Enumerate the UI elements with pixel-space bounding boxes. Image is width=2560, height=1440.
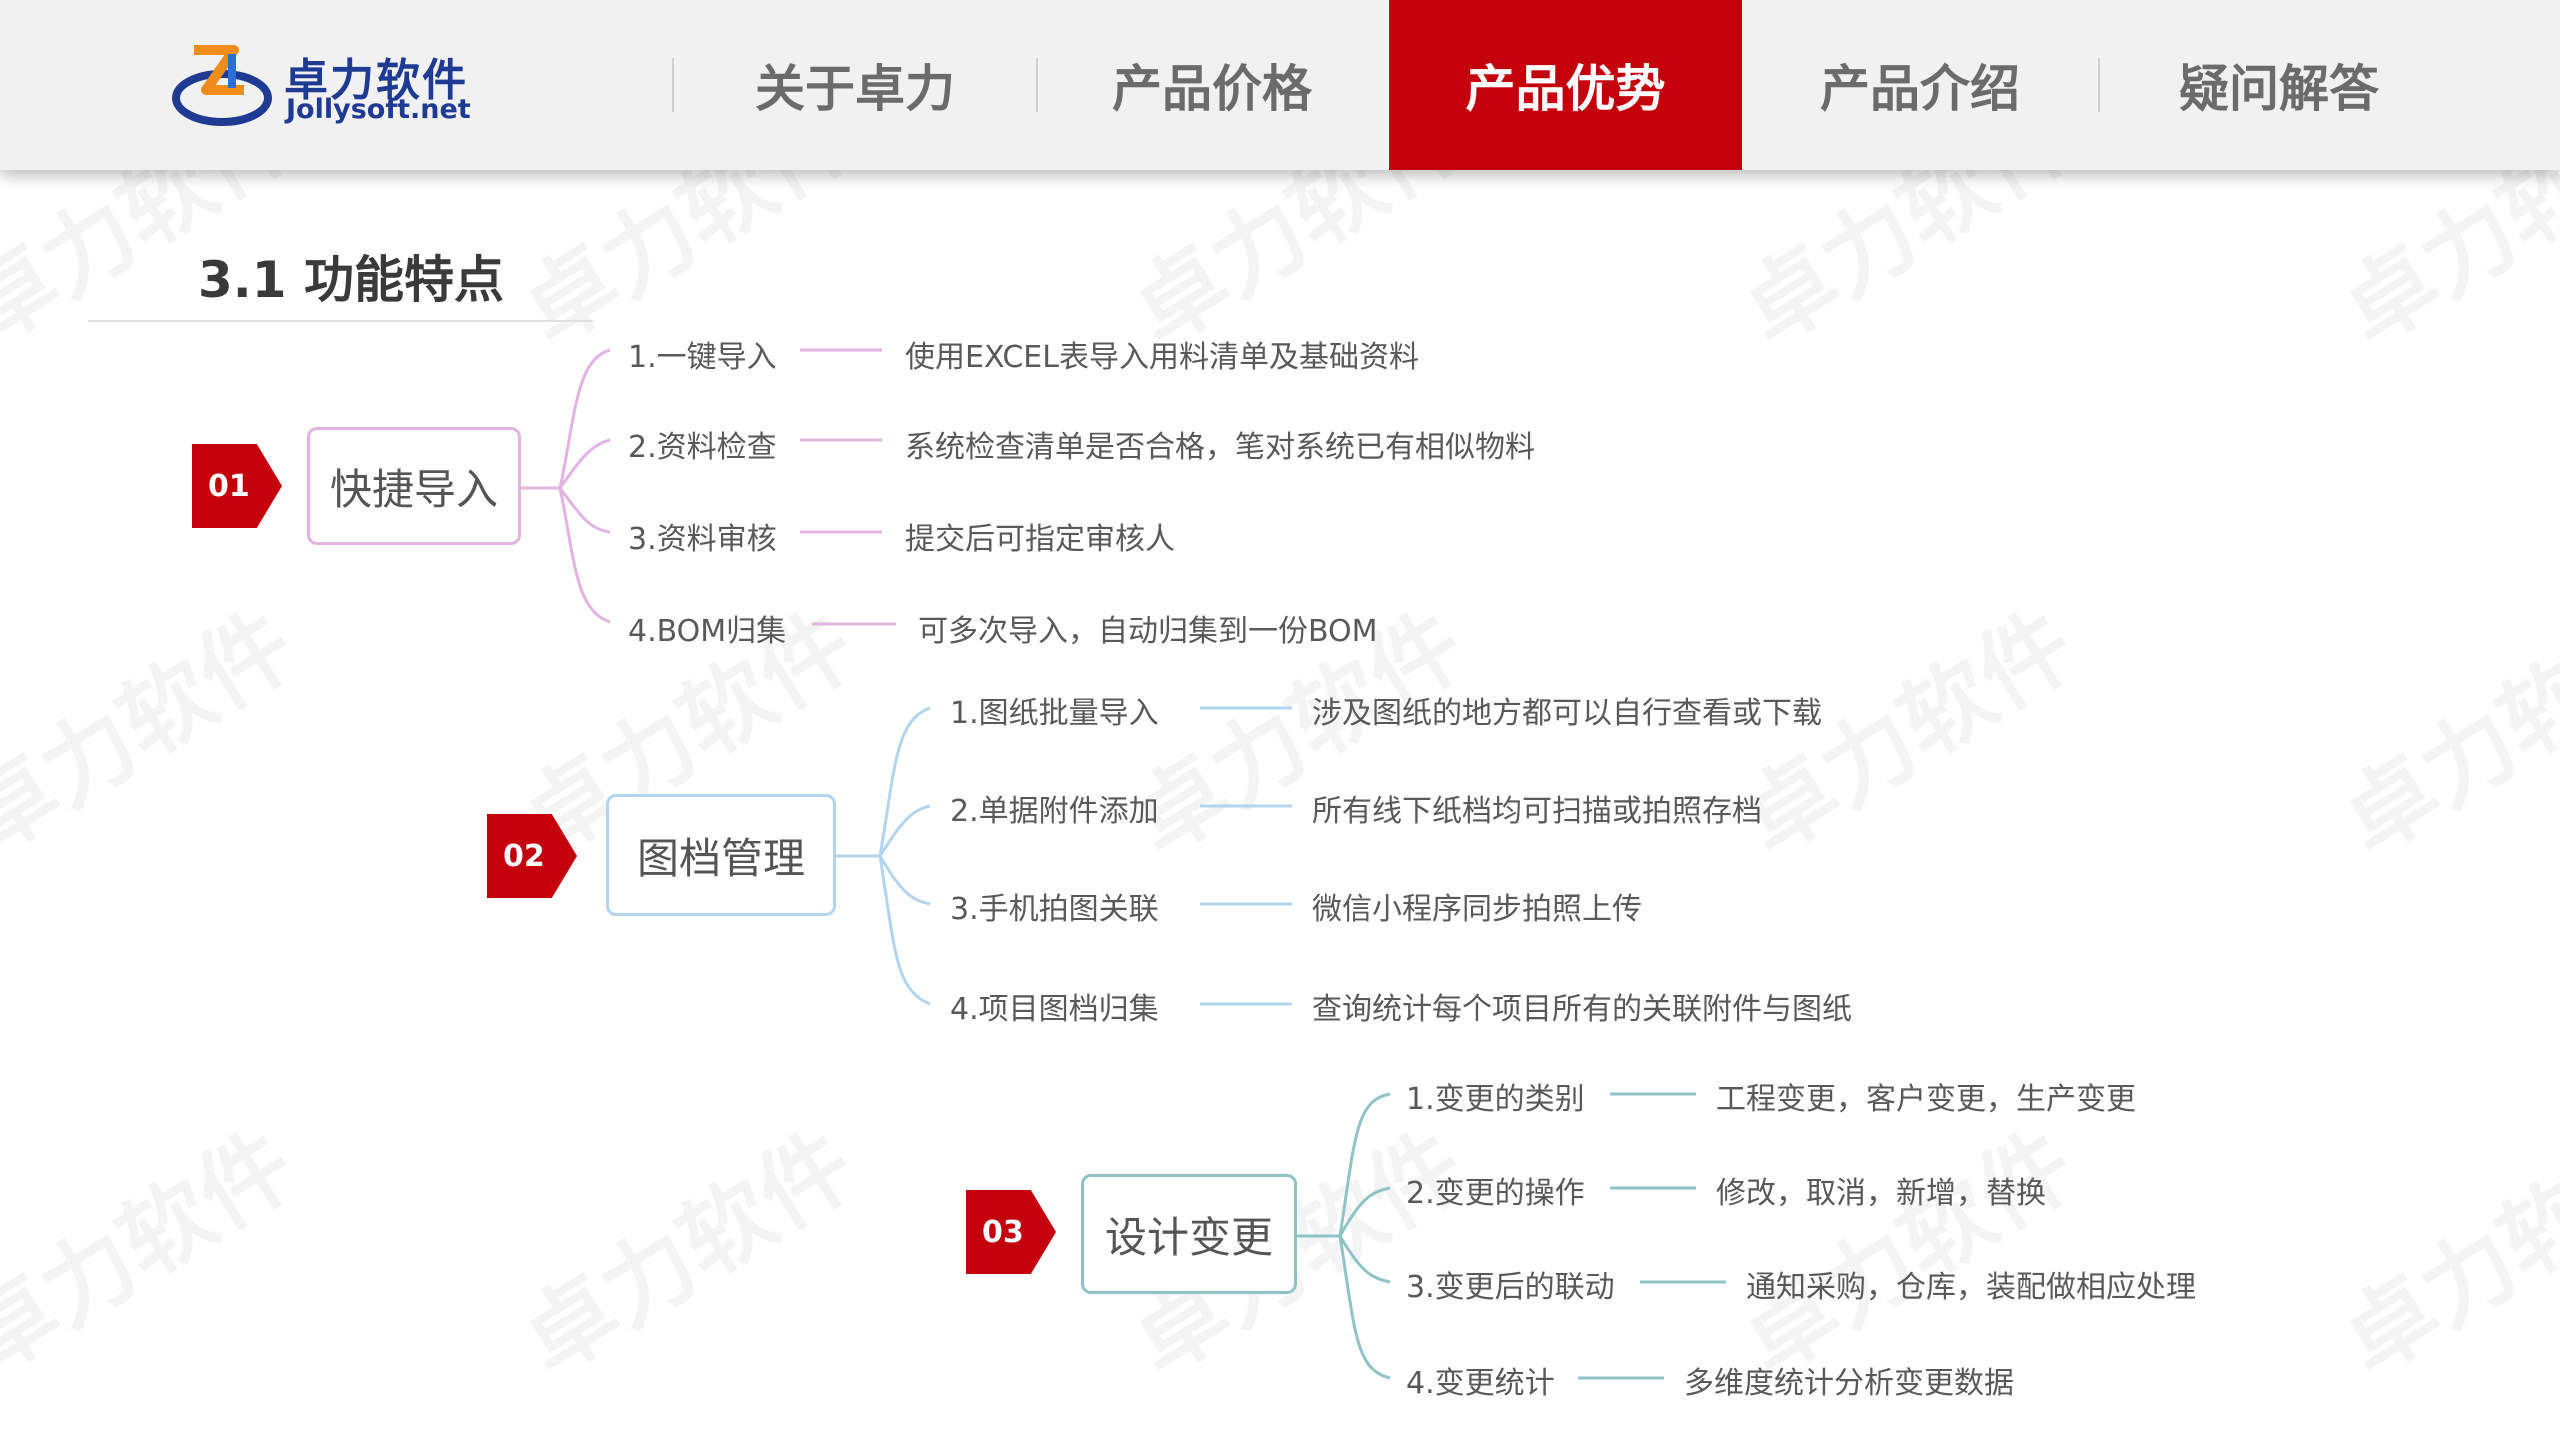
feature-desc: 系统检查清单是否合格，笔对系统已有相似物料 xyxy=(905,430,1535,465)
feature-item: 4.BOM归集 xyxy=(628,614,787,649)
nav-divider xyxy=(672,58,674,112)
feature-item: 3.资料审核 xyxy=(628,522,777,557)
group-3-branches xyxy=(1296,1092,1726,1380)
feature-item: 2.单据附件添加 xyxy=(950,794,1159,829)
feature-desc: 可多次导入，自动归集到一份BOM xyxy=(918,614,1378,649)
jollysoft-logo-icon xyxy=(172,45,272,126)
feature-desc: 涉及图纸的地方都可以自行查看或下载 xyxy=(1312,696,1822,731)
group-2-branches xyxy=(836,706,1292,1006)
feature-item: 1.图纸批量导入 xyxy=(950,696,1159,731)
feature-desc: 查询统计每个项目所有的关联附件与图纸 xyxy=(1312,992,1852,1027)
nav-item-intro[interactable]: 产品介绍 xyxy=(1744,0,2096,170)
feature-item: 3.变更后的联动 xyxy=(1406,1270,1615,1305)
feature-item: 4.项目图档归集 xyxy=(950,992,1159,1027)
feature-desc: 使用EXCEL表导入用料清单及基础资料 xyxy=(905,340,1419,375)
title-divider xyxy=(88,320,593,322)
feature-desc: 微信小程序同步拍照上传 xyxy=(1312,892,1642,927)
nav-item-price[interactable]: 产品价格 xyxy=(1038,0,1386,170)
feature-item: 2.变更的操作 xyxy=(1406,1176,1585,1211)
feature-desc: 所有线下纸档均可扫描或拍照存档 xyxy=(1312,794,1762,829)
feature-item: 4.变更统计 xyxy=(1406,1366,1555,1401)
feature-item: 1.一键导入 xyxy=(628,340,777,375)
site-logo[interactable]: 卓力软件 Jollysoft.net xyxy=(172,40,492,135)
mindmap-node-quick-import[interactable]: 快捷导入 xyxy=(307,427,521,545)
feature-desc: 提交后可指定审核人 xyxy=(905,522,1175,557)
feature-item: 2.资料检查 xyxy=(628,430,777,465)
top-nav-bar: 卓力软件 Jollysoft.net 关于卓力 产品价格 产品优势 产品介绍 疑… xyxy=(0,0,2560,170)
logo-name-en: Jollysoft.net xyxy=(286,94,471,125)
nav-item-about[interactable]: 关于卓力 xyxy=(676,0,1034,170)
feature-item: 3.手机拍图关联 xyxy=(950,892,1159,927)
feature-item: 1.变更的类别 xyxy=(1406,1082,1585,1117)
feature-desc: 多维度统计分析变更数据 xyxy=(1684,1366,2014,1401)
feature-desc: 修改，取消，新增，替换 xyxy=(1716,1176,2046,1211)
mindmap-node-drawing-management[interactable]: 图档管理 xyxy=(606,794,836,916)
mindmap-node-design-change[interactable]: 设计变更 xyxy=(1081,1174,1297,1294)
section-title: 3.1 功能特点 xyxy=(198,251,504,309)
feature-desc: 工程变更，客户变更，生产变更 xyxy=(1716,1082,2136,1117)
feature-desc: 通知采购，仓库，装配做相应处理 xyxy=(1746,1270,2196,1305)
group-1-branches xyxy=(520,348,896,626)
nav-item-faq[interactable]: 疑问解答 xyxy=(2100,0,2458,170)
nav-item-advantages[interactable]: 产品优势 xyxy=(1389,0,1742,170)
